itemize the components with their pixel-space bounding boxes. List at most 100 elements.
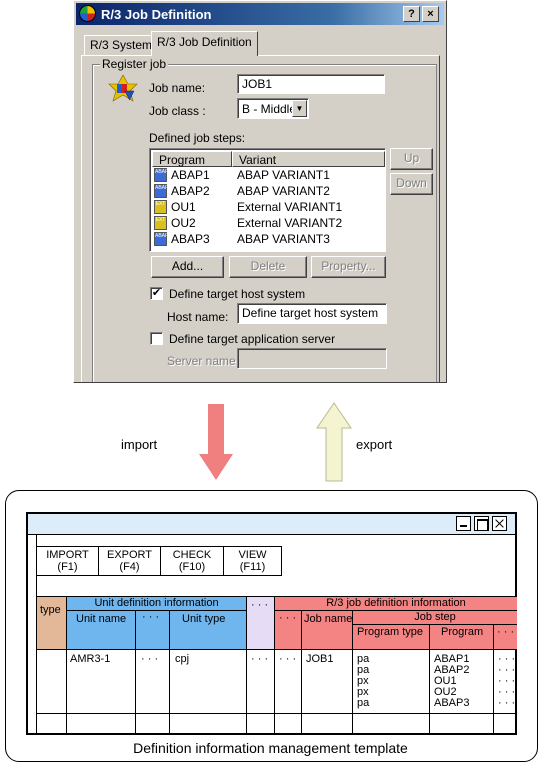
unit-ellipsis-cell: · · · (141, 653, 159, 665)
unit-type-cell[interactable]: cpj (175, 654, 189, 665)
step-program: ABAP1 (171, 168, 210, 182)
list-item[interactable]: ABAP ABAP2 ABAP VARIANT2 (152, 183, 382, 199)
import-label: import (121, 437, 158, 452)
step-variant: External VARIANT2 (237, 216, 343, 230)
list-item[interactable]: EXT OU1 External VARIANT1 (152, 199, 382, 215)
list-item[interactable]: ABAP ABAP3 ABAP VARIANT3 (152, 231, 382, 247)
job-class-value: B - Middle (242, 102, 297, 116)
register-job-label: Register job (100, 57, 169, 71)
export-label: export (356, 437, 393, 452)
import-arrow (199, 404, 233, 480)
job-name-cell[interactable]: JOB1 (306, 654, 334, 665)
host-name-field[interactable]: Define target host system (237, 303, 387, 324)
button-key: (F10) (178, 561, 206, 573)
ellipsis-text: · · · (251, 599, 269, 611)
program-cell[interactable]: ABAP1 ABAP2 OU1 OU2 ABAP3 (434, 654, 469, 709)
maximize-icon[interactable] (474, 516, 489, 531)
job-name-label: Job name: (149, 81, 206, 95)
abap-icon: ABAP (154, 168, 168, 182)
step-variant: ABAP VARIANT2 (237, 184, 330, 198)
job-name-header-text: Job name (304, 613, 353, 625)
job-class-select[interactable]: B - Middle ▼ (237, 98, 309, 119)
server-name-label: Server name: (167, 354, 240, 368)
defined-steps-label: Defined job steps: (149, 131, 246, 145)
tab-r3-job-definition[interactable]: R/3 Job Definition (151, 31, 258, 56)
unit-name-header-text: Unit name (76, 613, 127, 625)
tab-r3-system[interactable]: R/3 System (84, 35, 159, 55)
view-f11-button[interactable]: VIEW (F11) (224, 546, 282, 576)
abap-icon: ABAP (154, 232, 168, 246)
button-label: EXPORT (106, 549, 153, 561)
r3-job-definition-header: R/3 job definition information (275, 597, 517, 610)
check-f10-button[interactable]: CHECK (F10) (161, 546, 224, 576)
step-program: ABAP2 (171, 184, 210, 198)
step-variant: ABAP VARIANT1 (237, 168, 330, 182)
button-label: CHECK (172, 549, 212, 561)
external-program-icon: EXT (154, 216, 167, 230)
job-step-header: Job step (353, 611, 517, 624)
import-f1-button[interactable]: IMPORT (F1) (36, 546, 99, 576)
button-key: (F1) (57, 561, 78, 573)
step-variant: External VARIANT1 (237, 200, 343, 214)
job-name-header: Job name (302, 611, 352, 649)
step-program: OU1 (171, 200, 196, 214)
ellipsis-text: · · · (279, 612, 297, 624)
button-label: VIEW (238, 549, 267, 561)
step-program: ABAP3 (171, 232, 210, 246)
program-ellipsis-cell: · · · · · · · · · · · · · · · (498, 653, 516, 709)
template-sheet: IMPORT (F1) EXPORT (F4) CHECK (F10) VIEW… (28, 535, 517, 735)
button-key: (F4) (119, 561, 140, 573)
type-header: type (37, 597, 66, 649)
unit-definition-header: Unit definition information (67, 597, 246, 610)
abap-icon: ABAP (154, 184, 168, 198)
type-header-text: type (40, 604, 61, 616)
ellipsis-text: · · · (142, 611, 160, 623)
define-app-server-label: Define target application server (169, 332, 336, 346)
unit-ellipsis-header: · · · (136, 611, 169, 649)
unit-type-header-text: Unit type (182, 613, 226, 625)
column-header-variant[interactable]: Variant (232, 151, 385, 167)
program-type-cell[interactable]: pa pa px px pa (357, 654, 369, 709)
job-steps-list[interactable]: Program Variant ABAP ABAP1 ABAP VARIANT1… (149, 148, 386, 252)
unit-name-cell[interactable]: AMR3-1 (70, 654, 110, 665)
sap-app-icon (79, 5, 96, 22)
property-button[interactable]: Property... (311, 256, 386, 278)
middle-ellipsis-cell: · · · (251, 653, 269, 665)
template-window: IMPORT (F1) EXPORT (F4) CHECK (F10) VIEW… (26, 512, 517, 735)
job-definition-icon (108, 74, 138, 102)
r3-ellipsis-cell: · · · (279, 653, 297, 665)
list-item[interactable]: ABAP ABAP1 ABAP VARIANT1 (152, 167, 382, 183)
middle-ellipsis-header: · · · (247, 597, 274, 649)
down-button[interactable]: Down (390, 173, 433, 195)
program-type-header: Program type (353, 625, 429, 649)
export-arrow (316, 402, 352, 482)
step-program: OU2 (171, 216, 196, 230)
program-ellipsis-header: · · · (494, 625, 517, 649)
minimize-icon[interactable] (456, 516, 471, 531)
checkmark-icon: ✔ (151, 287, 162, 299)
export-f4-button[interactable]: EXPORT (F4) (99, 546, 161, 576)
ellipsis-text: · · · (497, 626, 515, 638)
r3-ellipsis-header: · · · (275, 611, 301, 649)
program-type-header-text: Program type (357, 626, 424, 638)
dialog-title: R/3 Job Definition (101, 7, 212, 22)
dropdown-arrow-icon[interactable]: ▼ (292, 100, 307, 117)
job-name-field[interactable]: JOB1 (237, 74, 385, 94)
close-icon[interactable] (492, 516, 507, 531)
close-button[interactable]: × (422, 6, 439, 22)
server-name-field[interactable] (237, 348, 387, 369)
template-caption: Definition information management templa… (133, 740, 408, 756)
define-host-checkbox[interactable]: ✔ (150, 287, 163, 300)
unit-type-header: Unit type (170, 611, 246, 649)
program-header: Program (430, 625, 493, 649)
help-button[interactable]: ? (403, 6, 420, 22)
up-button[interactable]: Up (390, 148, 433, 170)
button-key: (F11) (239, 561, 266, 573)
list-item[interactable]: EXT OU2 External VARIANT2 (152, 215, 382, 231)
add-button[interactable]: Add... (151, 256, 224, 278)
delete-button[interactable]: Delete (229, 256, 307, 278)
column-header-program[interactable]: Program (152, 151, 232, 167)
host-name-label: Host name: (167, 310, 229, 324)
define-app-server-checkbox[interactable] (150, 332, 163, 345)
define-host-label: Define target host system (169, 287, 306, 301)
